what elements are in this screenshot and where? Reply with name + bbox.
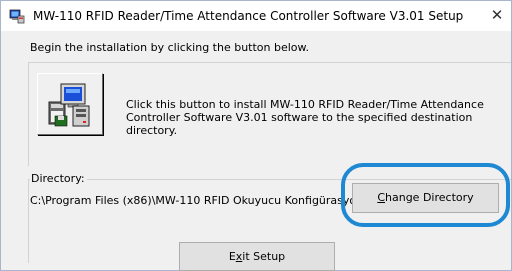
change-directory-button[interactable]: Change Directory — [352, 183, 499, 213]
directory-legend: Directory: — [30, 172, 87, 185]
exit-setup-button[interactable]: Exit Setup — [179, 242, 335, 271]
change-directory-mnemonic: C — [377, 191, 386, 204]
dialog-body: Begin the installation by clicking the b… — [1, 31, 511, 271]
window-title: MW-110 RFID Reader/Time Attendance Contr… — [33, 9, 464, 23]
setup-dialog: MW-110 RFID Reader/Time Attendance Contr… — [0, 0, 512, 271]
computer-setup-icon — [48, 83, 90, 127]
close-button[interactable]: ✕ — [483, 1, 511, 31]
close-icon: ✕ — [490, 6, 504, 24]
setup-app-icon — [9, 9, 25, 24]
directory-path: C:\Program Files (x86)\MW-110 RFID Okuyu… — [30, 194, 364, 207]
change-directory-label: hange Directory — [385, 191, 474, 204]
intro-text: Begin the installation by clicking the b… — [30, 41, 310, 54]
install-button[interactable] — [37, 73, 103, 135]
install-description: Click this button to install MW-110 RFID… — [126, 98, 484, 137]
exit-label-rest: it Setup — [242, 250, 286, 263]
title-bar: MW-110 RFID Reader/Time Attendance Contr… — [1, 1, 511, 31]
exit-label-pre: E — [228, 250, 236, 263]
